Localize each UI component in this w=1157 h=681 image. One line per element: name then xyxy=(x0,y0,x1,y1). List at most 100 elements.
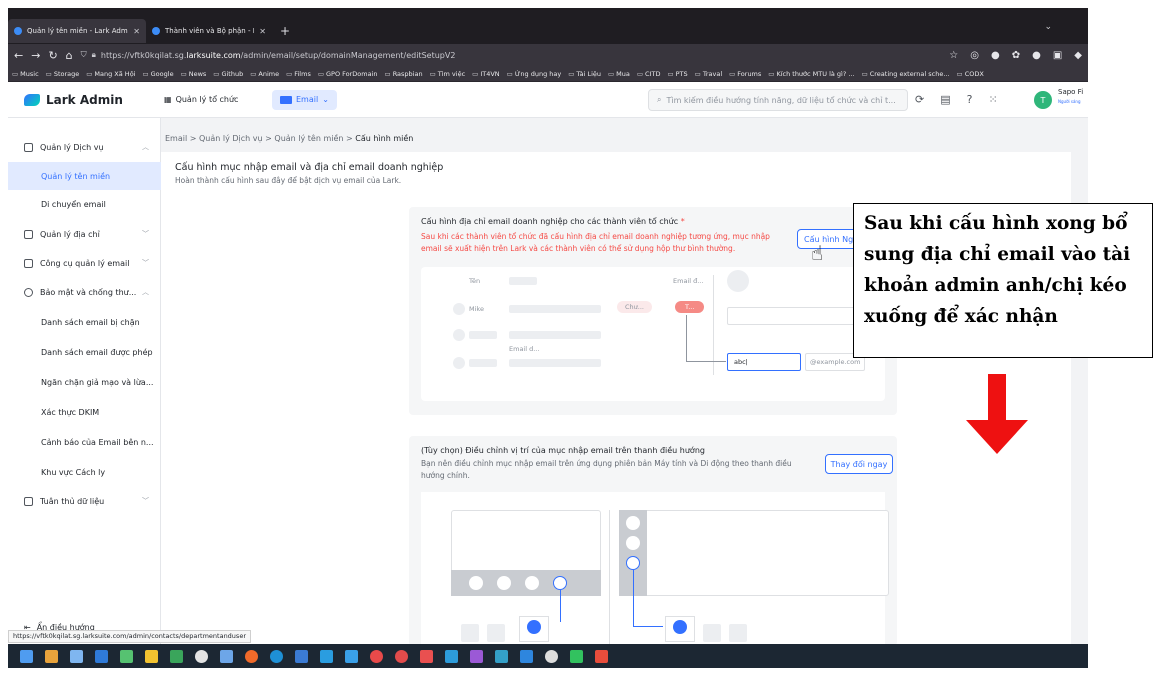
sidebar-group-compliance[interactable]: Tuân thủ dữ liệu ﹀ xyxy=(8,488,161,514)
breadcrumb-current: Cấu hình miền xyxy=(355,134,414,143)
bookmark-item[interactable]: Storage xyxy=(46,70,79,78)
sidebar-group-security[interactable]: Bảo mật và chống thư... ︿ xyxy=(8,279,161,305)
browser-tab-domain[interactable]: Quản lý tên miền - Lark Admin ✕ xyxy=(8,19,146,43)
bookmark-item[interactable]: Tài Liệu xyxy=(568,70,601,78)
navigation-bar: ← → ↻ ⌂ ⛉ 🔒︎ https://vftk0kqilat.sg.lark… xyxy=(8,44,1088,66)
bookmark-item[interactable]: CODX xyxy=(957,70,984,78)
bookmark-item[interactable]: Music xyxy=(12,70,39,78)
app-icon[interactable] xyxy=(295,649,308,663)
notes-icon[interactable]: ▤ xyxy=(940,93,950,106)
bookmark-item[interactable]: Mua xyxy=(608,70,630,78)
puzzle-icon[interactable]: ✿ xyxy=(1012,50,1020,61)
app-icon[interactable] xyxy=(495,649,508,663)
back-icon[interactable]: ← xyxy=(14,49,23,62)
sidebar-item-quarantine[interactable]: Khu vực Cách ly xyxy=(8,458,161,486)
sidebar-group-tools[interactable]: Công cụ quản lý email ﹀ xyxy=(8,250,161,276)
bookmark-item[interactable]: Creating external sche... xyxy=(862,70,950,78)
settings-icon[interactable] xyxy=(545,649,558,663)
bookmark-item[interactable]: Traval xyxy=(695,70,722,78)
sidebar-item-allowed[interactable]: Danh sách email được phép xyxy=(8,338,161,366)
tab-list-chevron-icon[interactable]: ⌄ xyxy=(1044,22,1052,32)
app-icon[interactable] xyxy=(420,649,433,663)
app-icon[interactable] xyxy=(370,649,383,663)
sidebar-group-service[interactable]: Quản lý Dịch vụ ︿ xyxy=(8,134,161,160)
bookmark-item[interactable]: Kích thước MTU là gì? ... xyxy=(768,70,854,78)
sidebar-item-external-warning[interactable]: Cảnh báo của Email bên n... xyxy=(8,428,161,456)
app-icon[interactable] xyxy=(145,649,158,663)
change-now-button[interactable]: Thay đổi ngay xyxy=(825,454,893,474)
sidebar-item-label: Ngăn chặn giả mạo và lừa... xyxy=(41,377,154,387)
bookmark-item[interactable]: Films xyxy=(286,70,311,78)
bookmark-item[interactable]: Github xyxy=(213,70,243,78)
apps-grid-icon[interactable]: ⁙ xyxy=(988,93,997,106)
placeholder-avatar xyxy=(453,329,465,341)
app-icon[interactable] xyxy=(170,649,183,663)
screenshot-icon[interactable]: ▣ xyxy=(1053,50,1062,61)
bookmark-item[interactable]: PTS xyxy=(667,70,688,78)
app-icon[interactable] xyxy=(95,649,108,663)
sidebar-group-address[interactable]: Quản lý địa chỉ ﹀ xyxy=(8,221,161,247)
bookmark-item[interactable]: CITD xyxy=(637,70,660,78)
app-icon[interactable] xyxy=(395,649,408,663)
star-icon[interactable]: ☆ xyxy=(949,50,958,61)
reload-icon[interactable]: ↻ xyxy=(48,49,57,62)
firefox-icon[interactable] xyxy=(245,649,258,663)
bookmark-item[interactable]: Anime xyxy=(250,70,279,78)
help-icon[interactable]: ? xyxy=(967,93,973,106)
forward-icon[interactable]: → xyxy=(31,49,40,62)
new-tab-button[interactable]: + xyxy=(280,24,290,38)
sidebar-item-migration[interactable]: Di chuyển email xyxy=(8,190,161,218)
bookmark-item[interactable]: News xyxy=(181,70,207,78)
home-icon[interactable]: ⌂ xyxy=(66,49,73,62)
bookmark-item[interactable]: Forums xyxy=(729,70,761,78)
close-tab-icon[interactable]: ✕ xyxy=(133,27,140,36)
app-icon[interactable] xyxy=(470,649,483,663)
avatar[interactable]: T xyxy=(1034,91,1052,109)
sidebar-group-label: Công cụ quản lý email xyxy=(40,258,130,268)
sidebar-item-domain[interactable]: Quản lý tên miền xyxy=(8,162,161,190)
app-icon[interactable] xyxy=(595,649,608,663)
bookmark-item[interactable]: IT4VN xyxy=(472,70,499,78)
nav-dot xyxy=(525,576,539,590)
shield-icon: ⛉ xyxy=(80,50,87,59)
app-icon[interactable] xyxy=(320,649,333,663)
addon-icon[interactable]: ◆ xyxy=(1074,50,1082,61)
bookmark-item[interactable]: Google xyxy=(142,70,174,78)
sidebar-item-blocked[interactable]: Danh sách email bị chặn xyxy=(8,308,161,336)
app-icon[interactable] xyxy=(220,649,233,663)
close-tab-icon[interactable]: ✕ xyxy=(259,27,266,36)
app-icon[interactable] xyxy=(570,649,583,663)
app-icon[interactable] xyxy=(520,649,533,663)
account-icon[interactable]: ● xyxy=(1032,50,1041,61)
bookmark-item[interactable]: GPO ForDomain xyxy=(318,70,378,78)
sidebar-item-antispoof[interactable]: Ngăn chặn giả mạo và lừa... xyxy=(8,368,161,396)
app-icon[interactable] xyxy=(345,649,358,663)
search-input[interactable]: ⌕ Tìm kiếm điều hướng tính năng, dữ liệu… xyxy=(648,89,908,111)
bookmark-item[interactable]: Raspbian xyxy=(385,70,423,78)
app-icon[interactable] xyxy=(70,649,83,663)
app-icon[interactable] xyxy=(120,649,133,663)
extension-icon[interactable]: ● xyxy=(991,50,1000,61)
pocket-icon[interactable]: ◎ xyxy=(970,50,979,61)
brand[interactable]: Lark Admin xyxy=(24,93,164,107)
breadcrumb-item[interactable]: Email xyxy=(165,134,187,143)
url-bar[interactable]: ⛉ 🔒︎ https://vftk0kqilat.sg.larksuite.co… xyxy=(81,47,942,63)
edge-icon[interactable] xyxy=(270,649,283,663)
placeholder-tile xyxy=(487,624,505,642)
breadcrumb-item[interactable]: Quản lý tên miền xyxy=(274,134,343,143)
lock-icon: 🔒︎ xyxy=(91,50,96,59)
email-tab[interactable]: Email ⌄ xyxy=(272,89,337,110)
app-icon[interactable] xyxy=(45,649,58,663)
windows-start-icon[interactable] xyxy=(20,649,33,663)
app-icon[interactable] xyxy=(445,649,458,663)
breadcrumb-item[interactable]: Quản lý Dịch vụ xyxy=(199,134,263,143)
app-icon[interactable] xyxy=(195,649,208,663)
support-icon[interactable]: ⟳ xyxy=(915,93,924,106)
org-management-link[interactable]: ▦ Quản lý tổ chức xyxy=(164,95,272,104)
bookmark-item[interactable]: Tìm việc xyxy=(430,70,465,78)
user-name[interactable]: Sapo Fi xyxy=(1058,88,1083,96)
sidebar-item-dkim[interactable]: Xác thực DKIM xyxy=(8,398,161,426)
bookmark-item[interactable]: Ứng dụng hay xyxy=(507,70,561,78)
bookmark-item[interactable]: Mang Xã Hội xyxy=(86,70,135,78)
browser-tab-members[interactable]: Thành viên và Bộ phận - Lark A ✕ xyxy=(146,19,272,43)
